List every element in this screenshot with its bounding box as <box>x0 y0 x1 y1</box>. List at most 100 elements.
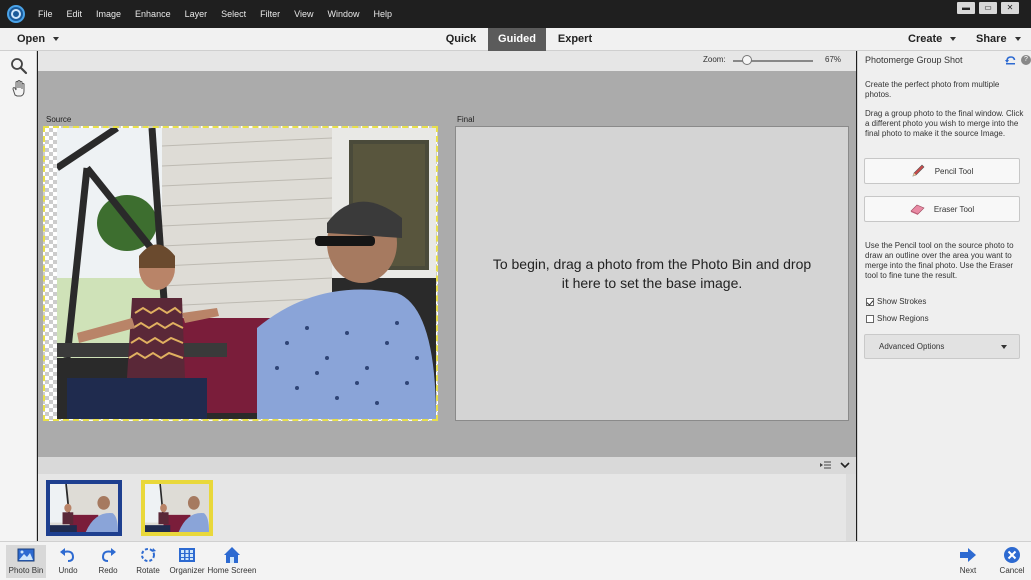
show-strokes-label: Show Strokes <box>877 297 927 306</box>
rotate-button[interactable]: Rotate <box>132 545 164 575</box>
final-instructions: To begin, drag a photo from the Photo Bi… <box>492 255 812 291</box>
pencil-tool-button[interactable]: Pencil Tool <box>864 158 1020 184</box>
create-button[interactable]: Create <box>908 28 957 51</box>
redo-button[interactable]: Redo <box>92 545 124 575</box>
reset-icon[interactable] <box>1005 55 1016 65</box>
organizer-button[interactable]: Organizer <box>168 545 206 575</box>
photo-bin-header <box>38 457 856 474</box>
home-screen-button[interactable]: Home Screen <box>206 545 258 575</box>
menu-view[interactable]: View <box>287 0 320 28</box>
zoom-slider-thumb[interactable] <box>742 55 753 65</box>
panel-title: Photomerge Group Shot <box>865 55 963 65</box>
hand-icon[interactable] <box>9 78 29 98</box>
rotate-label: Rotate <box>136 566 160 575</box>
photo-bin <box>38 474 856 541</box>
pencil-tool-label: Pencil Tool <box>934 166 974 176</box>
close-window-button[interactable]: ✕ <box>1001 2 1019 14</box>
photo-bin-thumbnail-2[interactable] <box>141 480 213 536</box>
menu-enhance[interactable]: Enhance <box>128 0 178 28</box>
organizer-label: Organizer <box>169 566 205 575</box>
menu-file[interactable]: File <box>31 0 60 28</box>
chevron-down-icon <box>950 37 957 42</box>
menu-image[interactable]: Image <box>89 0 128 28</box>
zoom-bar: Zoom: 67% <box>38 51 856 71</box>
zoom-value: 67% <box>825 55 842 64</box>
zoom-label: Zoom: <box>703 55 726 64</box>
photo-bin-thumbnail-1[interactable] <box>46 480 122 536</box>
menu-select[interactable]: Select <box>214 0 253 28</box>
app-logo-icon <box>7 5 25 23</box>
cancel-label: Cancel <box>999 566 1025 575</box>
chevron-down-icon <box>53 37 60 42</box>
chevron-down-icon[interactable] <box>840 460 850 470</box>
source-photo-frame[interactable] <box>43 126 438 421</box>
next-label: Next <box>959 566 977 575</box>
thumbnail-image <box>145 484 209 532</box>
menu-layer[interactable]: Layer <box>178 0 215 28</box>
photo-bin-label: Photo Bin <box>8 566 44 575</box>
redo-label: Redo <box>98 566 118 575</box>
cancel-button[interactable]: Cancel <box>996 545 1028 575</box>
pencil-icon <box>912 164 925 177</box>
undo-button[interactable]: Undo <box>52 545 84 575</box>
share-label: Share <box>976 33 1007 45</box>
source-label: Source <box>46 115 72 124</box>
undo-icon <box>60 548 75 562</box>
next-button[interactable]: Next <box>952 545 984 575</box>
advanced-options-dropdown[interactable]: Advanced Options <box>864 334 1020 359</box>
arrow-right-icon <box>960 548 976 562</box>
close-icon <box>1004 547 1020 563</box>
share-button[interactable]: Share <box>976 28 1021 51</box>
tab-guided[interactable]: Guided <box>488 28 546 51</box>
menu-bar: File Edit Image Enhance Layer Select Fil… <box>0 0 1031 28</box>
help-icon[interactable]: ? <box>1021 55 1031 65</box>
tab-quick[interactable]: Quick <box>440 28 482 51</box>
zoom-icon[interactable] <box>9 56 29 76</box>
restore-button[interactable]: ▭ <box>979 2 997 14</box>
task-bar: Photo Bin Undo Redo Rotate Organizer Hom… <box>0 541 1031 580</box>
final-photo-drop-area[interactable]: To begin, drag a photo from the Photo Bi… <box>455 126 849 421</box>
eraser-tool-button[interactable]: Eraser Tool <box>864 196 1020 222</box>
home-screen-label: Home Screen <box>207 566 257 575</box>
chevron-down-icon <box>1014 37 1021 42</box>
redo-icon <box>101 548 116 562</box>
rotate-icon <box>141 548 156 562</box>
photo-bin-icon <box>17 548 35 562</box>
undo-label: Undo <box>58 566 78 575</box>
show-strokes-row[interactable]: Show Strokes <box>866 297 926 306</box>
final-label: Final <box>457 115 475 124</box>
menu-filter[interactable]: Filter <box>253 0 287 28</box>
show-regions-label: Show Regions <box>877 314 929 323</box>
create-label: Create <box>908 33 943 45</box>
photo-bin-scrollbar[interactable] <box>846 474 856 541</box>
intro-text: Create the perfect photo from multiple p… <box>865 80 1000 99</box>
menu-edit[interactable]: Edit <box>60 0 90 28</box>
photo-bin-button[interactable]: Photo Bin <box>6 545 46 578</box>
menu-window[interactable]: Window <box>320 0 366 28</box>
left-toolbar <box>0 51 37 541</box>
menu-help[interactable]: Help <box>366 0 399 28</box>
eraser-tool-label: Eraser Tool <box>933 204 975 214</box>
eraser-icon <box>910 204 925 215</box>
menu-items: File Edit Image Enhance Layer Select Fil… <box>31 0 399 28</box>
pencil-instructions: Use the Pencil tool on the source photo … <box>865 241 1014 280</box>
show-regions-row[interactable]: Show Regions <box>866 314 929 323</box>
right-panel: Photomerge Group Shot ? Create the perfe… <box>857 51 1031 541</box>
show-strokes-checkbox[interactable] <box>866 297 874 306</box>
advanced-options-label: Advanced Options <box>879 342 945 351</box>
drag-instructions: Drag a group photo to the final window. … <box>865 109 1024 138</box>
workspace: Zoom: 67% Source Final To begin, drag a … <box>38 51 856 457</box>
organizer-icon <box>179 548 195 562</box>
source-photo[interactable] <box>57 128 436 419</box>
open-label: Open <box>17 33 46 45</box>
home-icon <box>224 547 240 563</box>
mode-bar: Open Quick Guided Expert Create Share <box>0 28 1031 51</box>
chevron-down-icon <box>1001 345 1007 349</box>
bin-options-icon[interactable] <box>820 460 832 470</box>
thumbnail-image <box>50 484 118 532</box>
window-controls: ▬ ▭ ✕ <box>957 2 1019 14</box>
open-button[interactable]: Open <box>17 28 60 51</box>
show-regions-checkbox[interactable] <box>866 314 874 323</box>
tab-expert[interactable]: Expert <box>552 28 598 51</box>
minimize-button[interactable]: ▬ <box>957 2 975 14</box>
